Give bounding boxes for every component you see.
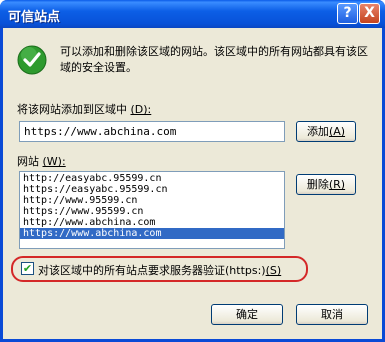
trusted-sites-dialog: 可信站点 ? X 可以添加和删除该区域的网站。该区域中的所有网站都具有该区域的安… (0, 0, 385, 342)
sites-label-key: (W): (42, 155, 66, 168)
remove-button[interactable]: 删除(R) (296, 174, 356, 195)
add-button[interactable]: 添加(A) (296, 121, 356, 142)
https-checkbox[interactable]: ✔ (21, 262, 34, 275)
dialog-title: 可信站点 (8, 10, 61, 25)
list-item-selected[interactable]: https://www.abchina.com (20, 228, 284, 239)
add-button-key: (A) (328, 125, 346, 138)
zone-description: 可以添加和删除该区域的网站。该区域中的所有网站都具有该区域的安全设置。 (60, 45, 368, 74)
sites-label: 网站 (W): (17, 153, 66, 169)
https-checkbox-label-text: 对该区域中的所有站点要求服务器验证(https:) (38, 264, 266, 277)
close-button[interactable]: X (359, 3, 380, 24)
list-item[interactable]: http://www.95599.cn (20, 195, 284, 206)
add-site-label-text: 将该网站添加到区域中 (17, 103, 127, 116)
add-button-label: 添加 (306, 125, 329, 138)
green-checkmark-icon (17, 45, 47, 75)
sites-label-text: 网站 (17, 155, 39, 168)
list-item[interactable]: http://www.abchina.com (20, 217, 284, 228)
cancel-button[interactable]: 取消 (296, 304, 368, 325)
https-checkbox-label-key: (S) (265, 264, 282, 277)
list-item[interactable]: http://easyabc.95599.cn (20, 173, 284, 184)
https-checkbox-label[interactable]: 对该区域中的所有站点要求服务器验证(https:)(S) (38, 262, 281, 278)
add-site-label: 将该网站添加到区域中 (D): (17, 101, 151, 117)
list-item[interactable]: https://www.95599.cn (20, 206, 284, 217)
add-site-label-key: (D): (130, 103, 152, 116)
sites-listbox[interactable]: http://easyabc.95599.cn https://easyabc.… (19, 171, 285, 249)
list-item[interactable]: https://easyabc.95599.cn (20, 184, 284, 195)
add-site-input[interactable]: https://www.abchina.com (19, 121, 285, 142)
help-button[interactable]: ? (337, 3, 358, 24)
remove-button-key: (R) (328, 178, 346, 191)
ok-button[interactable]: 确定 (211, 304, 283, 325)
title-bar[interactable]: 可信站点 ? X (0, 0, 385, 28)
remove-button-label: 删除 (306, 178, 329, 191)
